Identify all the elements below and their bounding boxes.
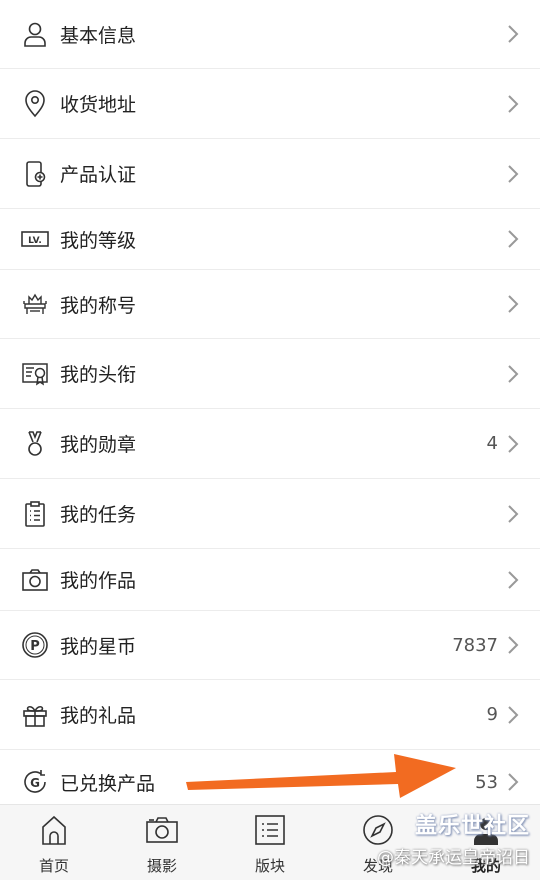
menu-item-label: 我的称号 [60,294,137,317]
menu-item-product-certification[interactable]: 产品认证 [0,139,540,209]
menu-item-label: 我的星币 [60,635,137,658]
chevron-right-icon [508,570,519,589]
home-icon [42,815,66,845]
tab-photography[interactable]: 摄影 [108,805,216,881]
menu-item-basic-info[interactable]: 基本信息 [0,0,540,69]
tab-label: 版块 [254,857,285,875]
camera-icon [146,817,178,843]
menu-item-label: 我的等级 [60,229,137,252]
throne-icon [20,289,50,319]
chevron-right-icon [508,164,519,183]
chevron-right-icon [508,705,519,724]
tab-home[interactable]: 首页 [0,805,108,881]
level-badge-text: LV. [28,236,42,246]
menu-item-count: 7837 [452,634,498,656]
menu-item-label: 我的勋章 [60,434,137,456]
menu-item-label: 我的头衔 [60,364,137,386]
menu-item-my-star-coins[interactable]: P 我的星币 7837 [0,611,540,680]
location-pin-icon [20,89,50,119]
certificate-icon [20,359,50,389]
tab-label: 摄影 [146,857,177,875]
chevron-right-icon [508,636,519,654]
menu-item-label: 产品认证 [60,164,137,186]
chevron-right-icon [508,434,519,453]
menu-item-count: 4 [486,433,498,454]
chevron-right-icon [508,773,519,791]
menu-item-my-rank-title[interactable]: 我的头衔 [0,339,540,409]
chevron-right-icon [508,295,519,313]
list-board-icon [255,815,285,845]
menu-item-shipping-address[interactable]: 收货地址 [0,69,540,139]
clipboard-list-icon [20,499,50,529]
svg-text:P: P [30,639,40,654]
exchange-g-icon: G [20,767,50,797]
menu-item-my-medals[interactable]: 我的勋章 4 [0,409,540,479]
menu-item-my-tasks[interactable]: 我的任务 [0,479,540,549]
watermark-title: 盖乐世社区 [414,814,530,839]
level-badge-icon: LV. [20,224,50,254]
menu-item-count: 9 [486,704,498,725]
medal-icon [20,429,50,459]
menu-item-my-gifts[interactable]: 我的礼品 9 [0,680,540,750]
gift-icon [20,700,50,730]
menu-item-my-title[interactable]: 我的称号 [0,270,540,339]
chevron-right-icon [508,504,519,523]
phone-add-icon [20,159,50,189]
chevron-right-icon [508,230,519,248]
chevron-right-icon [508,94,519,113]
menu-item-label: 基本信息 [60,24,137,47]
menu-item-label: 已兑换产品 [60,772,156,795]
svg-text:G: G [30,776,40,790]
chevron-right-icon [508,364,519,383]
coin-p-icon: P [20,630,50,660]
watermark-subtitle: @秦天承运皇帝诏日 [377,848,530,868]
tab-sections[interactable]: 版块 [216,805,324,881]
menu-item-count: 53 [475,771,498,793]
menu-item-my-level[interactable]: LV. 我的等级 [0,209,540,270]
person-icon [20,19,50,49]
menu-item-label: 我的任务 [60,504,137,526]
menu-item-label: 我的礼品 [60,705,137,727]
chevron-right-icon [508,25,519,43]
tab-label: 首页 [38,857,69,875]
compass-icon [363,815,393,845]
camera-icon [20,565,50,595]
annotation-arrow-icon [186,754,456,798]
menu-item-my-works[interactable]: 我的作品 [0,549,540,611]
menu-item-label: 我的作品 [60,570,137,592]
settings-menu: 基本信息 收货地址 产品认证 LV. 我的等级 我的称号 我的头衔 我的勋章 4… [0,0,540,814]
menu-item-label: 收货地址 [60,94,137,116]
